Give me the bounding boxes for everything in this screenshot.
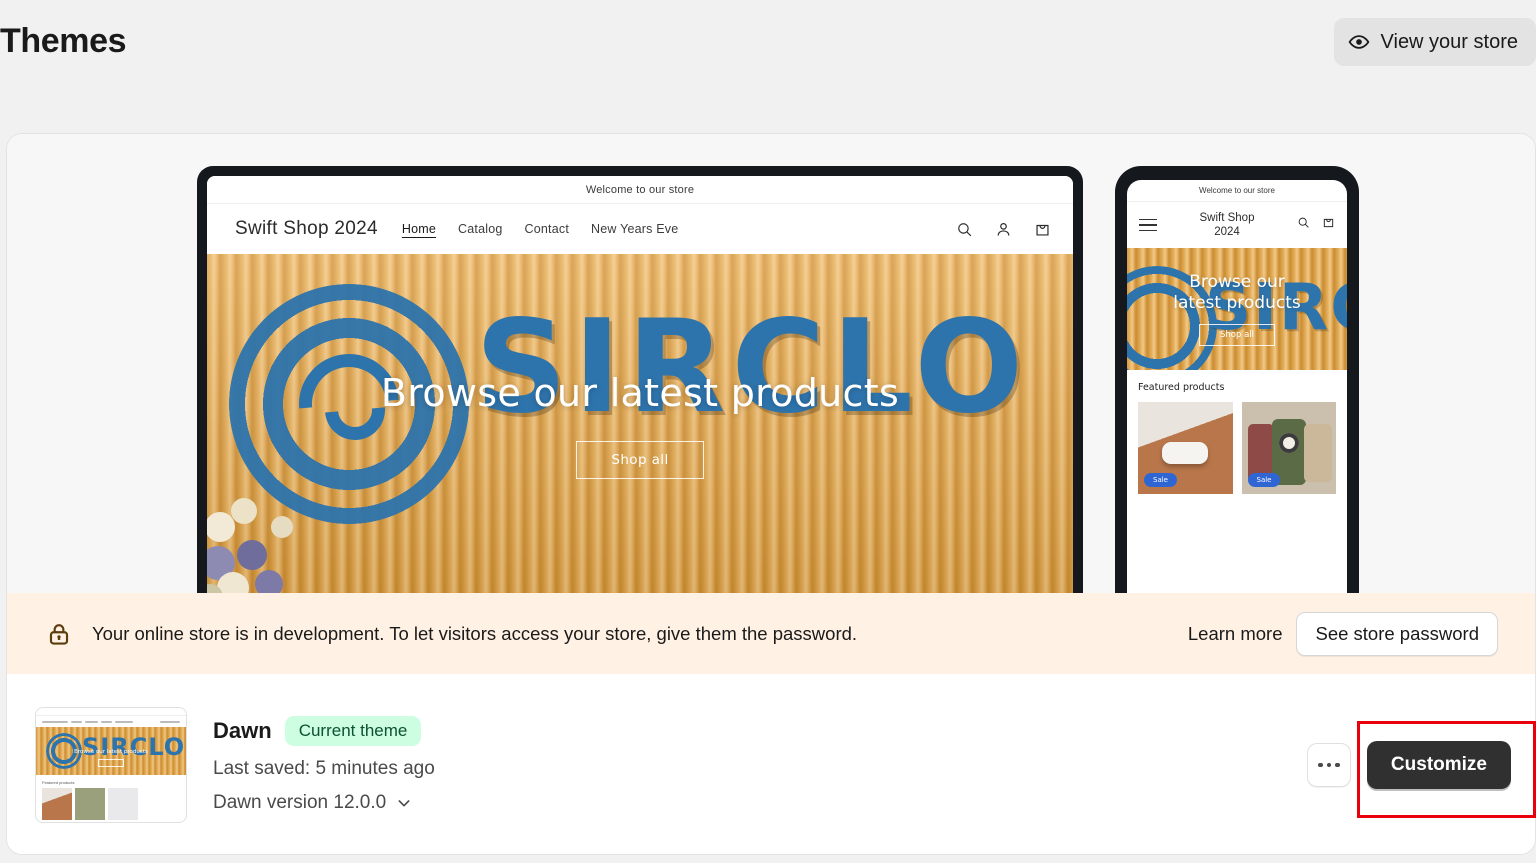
page-title: Themes xyxy=(0,22,127,60)
hero-overlay: Browse our latest products Shop all xyxy=(207,254,1073,594)
mobile-product-grid: Sale Sale xyxy=(1138,402,1336,494)
more-actions-button[interactable] xyxy=(1306,743,1351,787)
search-icon[interactable] xyxy=(956,221,973,238)
thumbnail-hero-button xyxy=(98,759,124,767)
mobile-hero-banner: SIRCLO Browse our latest products Shop a… xyxy=(1127,248,1347,370)
see-store-password-button[interactable]: See store password xyxy=(1296,611,1498,656)
nav-link-home[interactable]: Home xyxy=(402,222,436,236)
thumbnail-hero: SIRCLO Browse our latest products xyxy=(36,727,186,775)
thumbnail-body: Featured products SoapRp 100.000 Backpac… xyxy=(36,775,186,822)
theme-name-row: Dawn Current theme xyxy=(213,716,1307,746)
theme-card: Welcome to our store Swift Shop 2024 Hom… xyxy=(6,133,1536,855)
nav-link-new-years-eve[interactable]: New Years Eve xyxy=(591,222,678,236)
mobile-hero-overlay: Browse our latest products Shop all xyxy=(1127,248,1347,370)
storefront-nav-icons xyxy=(956,221,1051,238)
product-card[interactable]: Sale xyxy=(1241,402,1336,494)
theme-name: Dawn xyxy=(213,718,272,743)
lock-icon xyxy=(46,621,72,647)
eye-icon xyxy=(1348,31,1370,53)
mobile-logo-line1: Swift Shop xyxy=(1199,211,1255,224)
thumbnail-product: BottleRp 150.000 xyxy=(108,788,138,822)
thumbnail-featured-label: Featured products xyxy=(42,780,75,785)
account-icon[interactable] xyxy=(995,221,1012,238)
mobile-featured-title: Featured products xyxy=(1138,382,1225,393)
nav-link-contact[interactable]: Contact xyxy=(525,222,569,236)
cart-icon[interactable] xyxy=(1034,221,1051,238)
thumbnail-sirclo-wordmark: SIRCLO xyxy=(82,733,186,761)
mobile-logo-line2: 2024 xyxy=(1214,226,1240,238)
theme-info: Dawn Current theme Last saved: 5 minutes… xyxy=(213,716,1307,813)
mobile-hero-title-line2: latest products xyxy=(1173,293,1301,313)
product-card[interactable]: Sale xyxy=(1138,402,1233,494)
mobile-announcement-bar: Welcome to our store xyxy=(1127,180,1347,202)
desktop-preview[interactable]: Welcome to our store Swift Shop 2024 Hom… xyxy=(197,166,1083,594)
chevron-down-icon xyxy=(396,795,412,811)
thumbnail-nav xyxy=(36,716,186,727)
development-store-banner: Your online store is in development. To … xyxy=(7,593,1535,674)
hero-title: Browse our latest products xyxy=(380,371,900,415)
theme-last-saved: Last saved: 5 minutes ago xyxy=(213,757,435,779)
theme-preview-strip: Welcome to our store Swift Shop 2024 Hom… xyxy=(7,134,1535,594)
thumbnail-announcement-bar xyxy=(36,708,186,716)
hero-shop-all-button[interactable]: Shop all xyxy=(576,441,704,479)
development-banner-actions: Learn more See store password xyxy=(1188,611,1498,656)
storefront-nav-links: Home Catalog Contact New Years Eve xyxy=(402,222,679,236)
development-banner-message: Your online store is in development. To … xyxy=(92,622,858,644)
mobile-storefront-logo: Swift Shop 2024 xyxy=(1165,211,1289,240)
theme-version-label: Dawn version 12.0.0 xyxy=(213,791,387,813)
storefront-logo: Swift Shop 2024 xyxy=(235,218,378,239)
thumbnail-hero-title: Browse our latest products xyxy=(74,749,148,755)
theme-row: SIRCLO Browse our latest products Featur… xyxy=(7,674,1535,854)
theme-thumbnail[interactable]: SIRCLO Browse our latest products Featur… xyxy=(35,707,187,823)
mobile-screen: Welcome to our store Swift Shop 2024 SIR… xyxy=(1127,180,1347,594)
mobile-hero-title-line1: Browse our xyxy=(1189,271,1285,292)
mobile-hero-title: Browse our latest products xyxy=(1173,272,1300,315)
nav-link-catalog[interactable]: Catalog xyxy=(458,222,503,236)
search-icon[interactable] xyxy=(1297,216,1310,234)
mobile-nav-icons xyxy=(1297,216,1335,234)
mobile-shop-all-button[interactable]: Shop all xyxy=(1198,324,1275,347)
view-your-store-button[interactable]: View your store xyxy=(1333,18,1536,66)
desktop-screen: Welcome to our store Swift Shop 2024 Hom… xyxy=(207,176,1073,594)
learn-more-link[interactable]: Learn more xyxy=(1188,623,1283,645)
mobile-preview[interactable]: Welcome to our store Swift Shop 2024 SIR… xyxy=(1115,166,1359,594)
announcement-bar: Welcome to our store xyxy=(207,176,1073,204)
mobile-nav: Swift Shop 2024 xyxy=(1127,202,1347,248)
thumbnail-product-grid: SoapRp 100.000 BackpackRp 250.000 Bottle… xyxy=(42,788,180,822)
hamburger-icon[interactable] xyxy=(1139,218,1157,232)
page-header: Themes View your store xyxy=(0,0,1536,133)
sale-badge: Sale xyxy=(1247,473,1281,487)
sale-badge: Sale xyxy=(1144,473,1177,487)
storefront-nav: Swift Shop 2024 Home Catalog Contact New… xyxy=(207,204,1073,254)
thumbnail-product: BackpackRp 250.000 xyxy=(75,788,105,822)
current-theme-badge: Current theme xyxy=(284,716,422,746)
hero-banner: SIRCLO Browse our latest products Shop a… xyxy=(207,254,1073,594)
theme-version-selector[interactable]: Dawn version 12.0.0 xyxy=(213,792,412,814)
cart-icon[interactable] xyxy=(1322,216,1335,234)
thumbnail-product: SoapRp 100.000 xyxy=(42,788,72,822)
view-your-store-label: View your store xyxy=(1380,30,1518,53)
theme-row-actions: Customize xyxy=(1306,741,1511,789)
mobile-featured-section: Featured products Sale Sale xyxy=(1127,370,1347,494)
customize-button[interactable]: Customize xyxy=(1366,741,1511,789)
